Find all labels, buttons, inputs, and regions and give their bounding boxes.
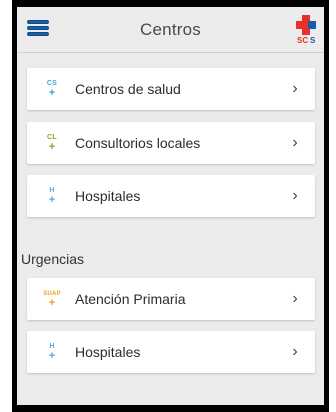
section-title-urgencias: Urgencias [21,251,85,267]
chevron-right-icon: › [292,187,298,204]
svg-text:S: S [310,36,316,45]
phone-frame: Centros SC S CS + Centros de salud › CL … [12,0,329,412]
h-plus-icon: H + [48,343,56,362]
list-item-hospitales-urgencias[interactable]: H + Hospitales › [27,331,315,373]
list-item-label: Hospitales [75,344,141,360]
list-item-centros-de-salud[interactable]: CS + Centros de salud › [27,68,315,110]
h-plus-icon: H + [48,187,56,206]
menu-hamburger-icon[interactable] [27,20,49,40]
list-item-label: Centros de salud [75,81,181,97]
list-item-consultorios-locales[interactable]: CL + Consultorios locales › [27,122,315,164]
chevron-right-icon: › [292,290,298,307]
chevron-right-icon: › [292,134,298,151]
list-item-atencion-primaria[interactable]: SUAP + Atención Primaria › [27,278,315,320]
svg-text:SC: SC [297,36,308,45]
cl-plus-icon: CL + [47,134,57,153]
list-item-hospitales[interactable]: H + Hospitales › [27,175,315,217]
chevron-right-icon: › [292,80,298,97]
list-item-label: Hospitales [75,188,141,204]
cs-plus-icon: CS + [46,80,58,99]
chevron-right-icon: › [292,343,298,360]
page-title: Centros [140,19,201,39]
scs-logo: SC S [296,15,316,45]
app-header: Centros SC S [17,7,324,53]
list-item-label: Atención Primaria [75,291,186,307]
list-item-label: Consultorios locales [75,135,201,151]
suap-plus-icon: SUAP + [43,291,61,309]
